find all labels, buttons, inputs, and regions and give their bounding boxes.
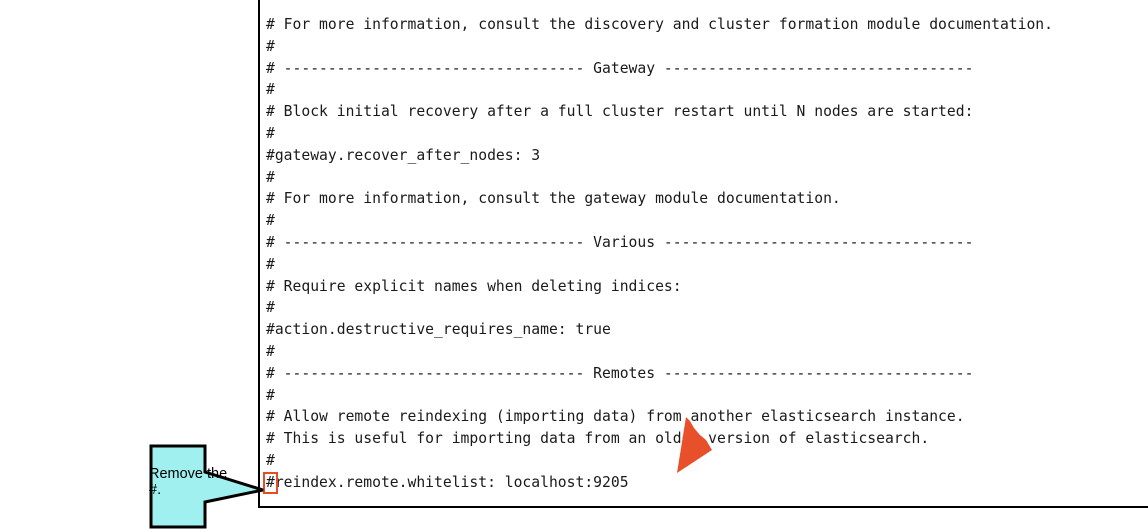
code-line: # ---------------------------------- Var… (266, 233, 974, 251)
code-line: # For more information, consult the disc… (266, 16, 1053, 33)
code-line: # ---------------------------------- Gat… (266, 59, 974, 77)
config-editor[interactable]: # For more information, consult the disc… (258, 0, 1148, 508)
code-line: # Require explicit names when deleting i… (266, 277, 682, 295)
code-line-highlighted: #reindex.remote.whitelist: localhost:920… (263, 471, 1053, 494)
code-line: # (266, 37, 275, 55)
code-line: # (266, 212, 275, 230)
callout: Remove the #. (149, 444, 277, 529)
code-line: # ---------------------------------- Rem… (266, 364, 974, 382)
code-line: # (266, 299, 275, 317)
code-line: #gateway.recover_after_nodes: 3 (266, 146, 541, 164)
code-line: # (266, 386, 275, 404)
code-line: #action.destructive_requires_name: true (266, 321, 611, 339)
code-line: # (266, 168, 275, 186)
code-content: # For more information, consult the disc… (263, 14, 1053, 494)
code-line: # Allow remote reindexing (importing dat… (266, 408, 965, 426)
code-line: # For more information, consult the gate… (266, 190, 841, 208)
code-line: # (266, 342, 275, 360)
code-line: # Block initial recovery after a full cl… (266, 103, 974, 121)
code-line: # (266, 124, 275, 142)
code-line: # (266, 451, 275, 469)
code-line: # (266, 81, 275, 99)
code-line: # This is useful for importing data from… (266, 430, 930, 448)
code-line: # (266, 255, 275, 273)
setting-text: reindex.remote.whitelist: localhost:9205 (274, 473, 629, 491)
callout-text: Remove the #. (149, 466, 228, 498)
